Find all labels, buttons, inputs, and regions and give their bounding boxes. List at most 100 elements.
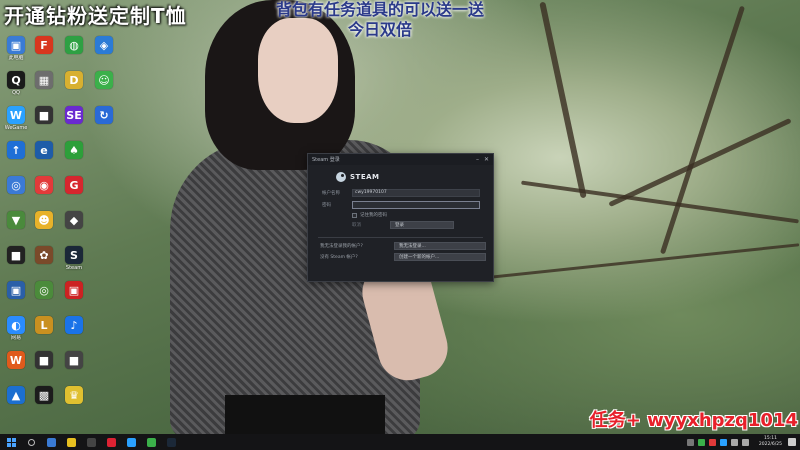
desktop-icon[interactable]: ✿ (30, 246, 58, 280)
app-icon: ▲ (7, 386, 25, 404)
taskbar-pinned-apps (38, 434, 178, 450)
network-icon[interactable] (730, 438, 738, 446)
desktop-icon[interactable]: ▼ (2, 211, 30, 245)
desktop-icon[interactable]: ♛ (60, 386, 88, 420)
start-button[interactable] (4, 434, 18, 450)
desktop-icon[interactable]: SE (60, 106, 88, 140)
overlay-task-text: 任务+ wyyxhpzq1014 (589, 410, 798, 431)
tray-chevron-icon[interactable] (686, 438, 694, 446)
overlay-notice-line1: 背包有任务道具的可以送一送 (275, 0, 484, 19)
desktop-icon[interactable]: ■ (60, 351, 88, 385)
taskbar-app-icon[interactable] (104, 434, 118, 450)
password-input[interactable] (352, 201, 480, 209)
account-label: 帐户名称 (322, 191, 340, 196)
app-icon: ☻ (35, 211, 53, 229)
taskbar-app-icon[interactable] (124, 434, 138, 450)
overlay-notice: 背包有任务道具的可以送一送 今日双倍 (250, 0, 510, 40)
app-icon: ▼ (7, 211, 25, 229)
desktop-icon[interactable]: W WeGame (2, 106, 30, 140)
desktop-icon[interactable]: ▣ (2, 281, 30, 315)
desktop-icon[interactable]: L (30, 316, 58, 350)
app-icon: ▣ (7, 281, 25, 299)
remember-checkbox[interactable] (352, 212, 357, 218)
branch-decoration (539, 1, 587, 199)
desktop-icon[interactable]: ■ (30, 351, 58, 385)
app-icon: ☺ (95, 71, 113, 89)
app-icon: ▣ (65, 281, 83, 299)
taskbar: 15:11 2022/6/25 (0, 434, 800, 450)
taskbar-app-icon[interactable] (144, 434, 158, 450)
overlay-notice-line2: 今日双倍 (347, 20, 412, 39)
steam-logo: STEAM (336, 172, 493, 182)
system-tray: 15:11 2022/6/25 (686, 436, 800, 448)
desktop-icon-label: 网易 (10, 335, 21, 341)
branch-decoration (480, 243, 800, 280)
app-icon: ↑ (7, 141, 25, 159)
create-account-button[interactable]: 创建一个新的帐户... (394, 253, 486, 261)
account-row: 帐户名称 cwy19970107 (308, 189, 493, 197)
desktop-icon[interactable]: ◉ (30, 176, 58, 210)
desktop-icon[interactable]: ◈ (90, 36, 118, 70)
minimize-icon[interactable]: – (476, 156, 479, 163)
desktop-icon[interactable]: ♠ (60, 141, 88, 175)
desktop-icon[interactable]: ◍ (60, 36, 88, 70)
forgot-label: 我无法登录我的帐户? (320, 244, 363, 249)
tray-app-icon[interactable] (719, 438, 727, 446)
remember-password[interactable]: 记住我的密码 (352, 212, 493, 218)
notification-icon[interactable] (788, 438, 796, 446)
desktop-icon[interactable]: ◐ 网易 (2, 316, 30, 350)
steam-logo-text: STEAM (350, 173, 380, 181)
app-icon: ◈ (95, 36, 113, 54)
desktop-icon[interactable]: ♪ (60, 316, 88, 350)
app-icon: ♠ (65, 141, 83, 159)
account-name-input[interactable]: cwy19970107 (352, 189, 480, 197)
desktop-icon[interactable]: W (2, 351, 30, 385)
cancel-button[interactable]: 取消 (352, 222, 386, 228)
desktop-icon[interactable]: ◎ (30, 281, 58, 315)
desktop-icon[interactable]: ▩ (30, 386, 58, 420)
desktop-icon[interactable]: G (60, 176, 88, 210)
desktop-icon[interactable]: ■ (30, 106, 58, 140)
steam-logo-icon (336, 172, 346, 182)
desktop-icon[interactable]: ■ (2, 246, 30, 280)
desktop-icon[interactable]: e (30, 141, 58, 175)
taskbar-app-icon[interactable] (44, 434, 58, 450)
desktop-icon[interactable]: ▦ (30, 71, 58, 105)
app-icon: ◆ (65, 211, 83, 229)
desktop-icon[interactable]: ▣ 此电脑 (2, 36, 30, 70)
desktop-icon[interactable]: ◎ (2, 176, 30, 210)
close-icon[interactable]: ✕ (484, 156, 489, 163)
password-label: 密码 (322, 203, 331, 208)
steam-titlebar[interactable]: Steam 登录 – ✕ (308, 154, 493, 165)
clock-date: 2022/6/25 (758, 442, 782, 447)
desktop-icon[interactable]: S Steam (60, 246, 88, 280)
steam-window-title: Steam 登录 (312, 157, 340, 163)
desktop-icon[interactable]: ▣ (60, 281, 88, 315)
app-icon: ◐ (7, 316, 25, 334)
desktop-icon[interactable]: ↻ (90, 106, 118, 140)
taskbar-app-icon[interactable] (64, 434, 78, 450)
desktop-icon[interactable]: F (30, 36, 58, 70)
forgot-button[interactable]: 我无法登录... (394, 242, 486, 250)
divider (318, 237, 483, 238)
desktop-icon[interactable]: D (60, 71, 88, 105)
taskbar-app-icon[interactable] (164, 434, 178, 450)
desktop-icon[interactable]: ▲ (2, 386, 30, 420)
app-icon: W (7, 106, 25, 124)
password-row: 密码 (308, 201, 493, 209)
app-icon: ◉ (35, 176, 53, 194)
desktop-icon[interactable]: ↑ (2, 141, 30, 175)
desktop-icon[interactable]: ◆ (60, 211, 88, 245)
branch-decoration (521, 180, 799, 224)
login-button[interactable]: 登录 (390, 221, 454, 229)
desktop-icon[interactable]: Q QQ (2, 71, 30, 105)
desktop-icon[interactable]: ☻ (30, 211, 58, 245)
app-icon: ▩ (35, 386, 53, 404)
tray-app-icon[interactable] (708, 438, 716, 446)
taskbar-clock[interactable]: 15:11 2022/6/25 (759, 436, 782, 448)
taskbar-app-icon[interactable] (84, 434, 98, 450)
search-icon[interactable] (24, 434, 38, 450)
tray-app-icon[interactable] (697, 438, 705, 446)
volume-icon[interactable] (741, 438, 749, 446)
desktop-icon[interactable]: ☺ (90, 71, 118, 105)
